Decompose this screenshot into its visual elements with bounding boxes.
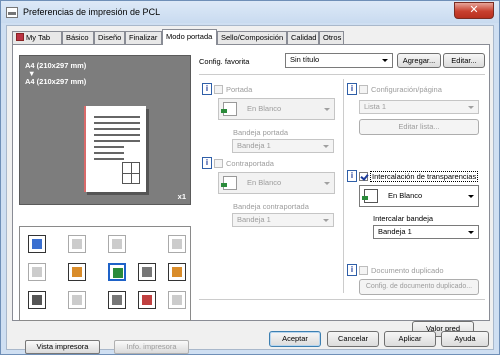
edit-favorite-button[interactable]: Editar... bbox=[443, 53, 485, 68]
blank-page-icon bbox=[221, 176, 237, 190]
feature-icon-panel bbox=[19, 226, 191, 321]
page-setting-label: Configuración/página bbox=[371, 85, 442, 94]
blank-page-icon bbox=[221, 102, 237, 116]
paper-size-output: A4 (210x297 mm) bbox=[25, 77, 87, 86]
header-footer-icon[interactable] bbox=[138, 291, 156, 309]
tab-finalizar[interactable]: Finalizar bbox=[125, 31, 162, 44]
watermark-icon[interactable] bbox=[168, 263, 186, 281]
ok-button[interactable]: Aceptar bbox=[269, 331, 321, 347]
page-preview: A4 (210x297 mm) ▼ A4 (210x297 mm) x1 bbox=[19, 55, 191, 205]
preview-page-image bbox=[84, 106, 146, 192]
back-cover-label: Contraportada bbox=[226, 159, 274, 168]
printer-icon bbox=[6, 7, 18, 18]
layers-icon[interactable] bbox=[28, 263, 46, 281]
back-cover-tray-label: Bandeja contraportada bbox=[233, 202, 309, 211]
cover-mode-icon[interactable] bbox=[108, 263, 126, 281]
document-icon[interactable] bbox=[168, 291, 186, 309]
printer-view-button[interactable]: Vista impresora bbox=[25, 340, 100, 354]
back-cover-tray-select[interactable]: Bandeja 1 bbox=[232, 213, 334, 227]
interleave-tray-label: Intercalar bandeja bbox=[373, 214, 434, 223]
info-icon[interactable]: i bbox=[202, 157, 212, 169]
blank-page-icon bbox=[362, 189, 378, 203]
front-cover-mode-select[interactable]: En Blanco bbox=[218, 98, 335, 120]
front-cover-tray-label: Bandeja portada bbox=[233, 128, 289, 137]
info-icon[interactable]: i bbox=[202, 83, 212, 95]
dialog-body: My Tab Básico Diseño Finalizar Modo port… bbox=[6, 25, 494, 354]
grid-icon bbox=[122, 162, 140, 184]
duplicate-document-label: Documento duplicado bbox=[371, 266, 444, 275]
group-icon[interactable] bbox=[108, 291, 126, 309]
duplicate-document-settings-button[interactable]: Config. de documento duplicado... bbox=[359, 279, 479, 295]
copy-icon[interactable] bbox=[108, 235, 126, 253]
zoom-icon[interactable] bbox=[68, 235, 86, 253]
export-icon[interactable] bbox=[168, 235, 186, 253]
chevron-down-icon bbox=[382, 59, 388, 62]
back-cover-mode-select[interactable]: En Blanco bbox=[218, 172, 335, 194]
user-icon[interactable] bbox=[68, 291, 86, 309]
front-cover-checkbox[interactable] bbox=[214, 85, 223, 94]
printer-info-button[interactable]: Info. impresora bbox=[114, 340, 189, 354]
title-bar[interactable]: Preferencias de impresión de PCL ✕ bbox=[1, 1, 499, 25]
transparency-interleave-label: Intercalación de transparencias bbox=[370, 171, 479, 182]
transparency-mode-select[interactable]: En Blanco bbox=[359, 185, 479, 207]
edit-list-button[interactable]: Editar lista... bbox=[359, 119, 479, 135]
add-favorite-button[interactable]: Agregar... bbox=[397, 53, 441, 68]
favorites-label: Config. favorita bbox=[199, 57, 250, 66]
back-cover-checkbox[interactable] bbox=[214, 159, 223, 168]
apply-button[interactable]: Aplicar bbox=[384, 331, 436, 347]
divider bbox=[199, 299, 485, 300]
combine-icon[interactable] bbox=[28, 235, 46, 253]
column-divider bbox=[343, 79, 344, 293]
chevron-down-icon bbox=[468, 106, 474, 109]
divider bbox=[199, 74, 485, 75]
duplicate-document-checkbox[interactable] bbox=[359, 266, 368, 275]
transparency-interleave-checkbox[interactable] bbox=[359, 172, 368, 181]
tab-sello-composicion[interactable]: Sello/Composición bbox=[217, 31, 287, 44]
chevron-down-icon bbox=[323, 219, 329, 222]
tab-otros[interactable]: Otros bbox=[319, 31, 344, 44]
interleave-tray-select[interactable]: Bandeja 1 bbox=[373, 225, 479, 239]
chevron-down-icon bbox=[323, 145, 329, 148]
copies-count: x1 bbox=[177, 192, 186, 201]
front-cover-tray-select[interactable]: Bandeja 1 bbox=[232, 139, 334, 153]
front-cover-label: Portada bbox=[226, 85, 253, 94]
tab-modo-portada[interactable]: Modo portada bbox=[162, 29, 217, 45]
tab-calidad[interactable]: Calidad bbox=[287, 31, 319, 44]
cover-mode-panel: A4 (210x297 mm) ▼ A4 (210x297 mm) x1 Vis… bbox=[12, 44, 490, 354]
tab-basico[interactable]: Básico bbox=[62, 31, 94, 44]
chevron-down-icon bbox=[468, 231, 474, 234]
chevron-down-icon bbox=[324, 182, 330, 185]
chevron-down-icon bbox=[324, 108, 330, 111]
tab-my-tab[interactable]: My Tab bbox=[12, 31, 62, 44]
favorites-select[interactable]: Sin título bbox=[285, 53, 393, 68]
stamp-icon[interactable] bbox=[138, 263, 156, 281]
help-button[interactable]: Ayuda bbox=[441, 331, 489, 347]
color-icon[interactable] bbox=[28, 291, 46, 309]
info-icon[interactable]: i bbox=[347, 170, 357, 182]
cancel-button[interactable]: Cancelar bbox=[327, 331, 379, 347]
page-setting-checkbox[interactable] bbox=[359, 85, 368, 94]
page-setting-list-select[interactable]: Lista 1 bbox=[359, 100, 479, 114]
window-title: Preferencias de impresión de PCL bbox=[23, 7, 161, 17]
close-button[interactable]: ✕ bbox=[454, 2, 494, 19]
my-tab-icon bbox=[16, 33, 24, 41]
tab-label: My Tab bbox=[26, 33, 51, 42]
tab-diseno[interactable]: Diseño bbox=[94, 31, 125, 44]
chevron-down-icon bbox=[468, 195, 474, 198]
printing-preferences-window: Preferencias de impresión de PCL ✕ My Ta… bbox=[0, 0, 500, 355]
info-icon[interactable]: i bbox=[347, 264, 357, 276]
info-icon[interactable]: i bbox=[347, 83, 357, 95]
booklet-icon[interactable] bbox=[68, 263, 86, 281]
